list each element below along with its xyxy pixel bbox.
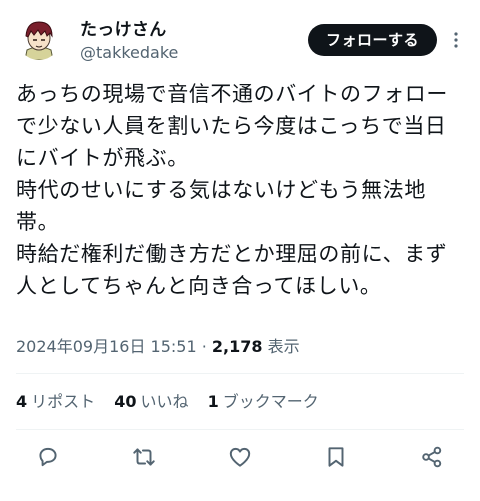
views-count[interactable]: 2,178 (212, 337, 263, 356)
reposts-stat[interactable]: 4 リポスト (16, 390, 95, 414)
likes-count: 40 (114, 392, 137, 411)
reply-icon[interactable] (35, 444, 61, 470)
tweet-stats: 4 リポスト 40 いいね 1 ブックマーク (16, 390, 333, 414)
reposts-count: 4 (16, 392, 28, 411)
handle[interactable]: @takkedake (80, 42, 178, 64)
like-icon[interactable] (227, 444, 253, 470)
views-label: 表示 (262, 337, 300, 356)
divider (16, 429, 464, 430)
tweet-line: で少ない人員を割いたら今度はこっちで当日 (16, 114, 447, 138)
bookmarks-count: 1 (207, 392, 219, 411)
likes-stat[interactable]: 40 いいね (114, 390, 188, 414)
avatar[interactable] (17, 16, 61, 60)
tweet-line: 人としてちゃんと向き合ってほしい。 (16, 274, 382, 298)
meta-separator: · (196, 337, 212, 356)
tweet-text: あっちの現場で音信不通のバイトのフォロー で少ない人員を割いたら今度はこっちで当… (16, 78, 468, 302)
bookmarks-stat[interactable]: 1 ブックマーク (208, 390, 319, 414)
share-icon[interactable] (419, 444, 445, 470)
tweet-line: 帯。 (16, 210, 60, 234)
tweet-line: にバイトが飛ぶ。 (16, 146, 189, 170)
likes-label: いいね (140, 392, 189, 411)
more-icon[interactable] (450, 29, 462, 51)
display-name[interactable]: たっけさん (80, 19, 178, 41)
author-names: たっけさん @takkedake (80, 19, 178, 64)
tweet-meta: 2024年09月16日 15:51 · 2,178 表示 (16, 335, 300, 359)
reposts-label: リポスト (31, 392, 96, 411)
tweet-line: 時給だ権利だ働き方だとか理屈の前に、まず (16, 242, 448, 266)
tweet-line: 時代のせいにする気はないけどもう無法地 (16, 178, 426, 202)
timestamp[interactable]: 2024年09月16日 15:51 (16, 337, 197, 356)
repost-icon[interactable] (131, 444, 157, 470)
bookmarks-label: ブックマーク (222, 392, 319, 411)
bookmark-icon[interactable] (323, 444, 349, 470)
follow-button[interactable]: フォローする (308, 24, 437, 56)
tweet-line: あっちの現場で音信不通のバイトのフォロー (16, 82, 448, 106)
tweet-header: たっけさん @takkedake フォローする (0, 0, 480, 72)
divider (16, 373, 464, 374)
